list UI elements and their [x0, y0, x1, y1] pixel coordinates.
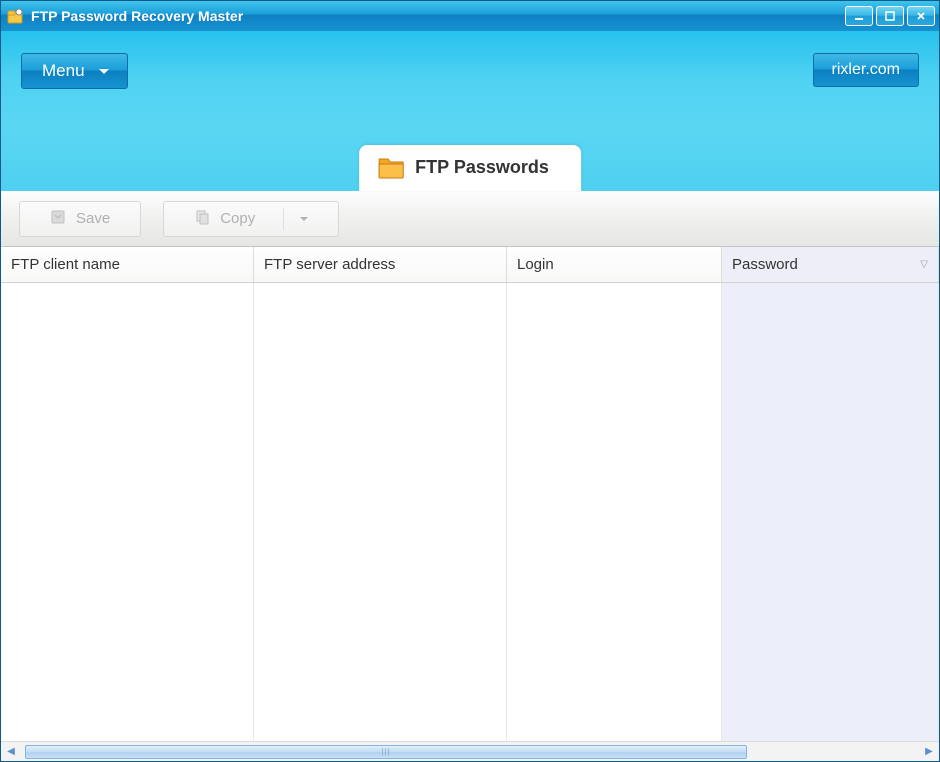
titlebar[interactable]: FTP Password Recovery Master	[1, 1, 939, 31]
copy-button[interactable]: Copy	[163, 201, 339, 237]
maximize-button[interactable]	[876, 6, 904, 26]
content-area: FTP client name FTP server address Login…	[1, 247, 939, 761]
copy-label: Copy	[220, 210, 255, 227]
save-label: Save	[76, 210, 110, 227]
horizontal-scrollbar[interactable]: ◀ ||| ▶	[1, 741, 939, 761]
table-column	[722, 283, 939, 741]
save-button[interactable]: Save	[19, 201, 141, 237]
table-body	[1, 283, 939, 741]
chevron-down-icon	[99, 69, 109, 74]
table-column	[254, 283, 507, 741]
tab-ftp-passwords[interactable]: FTP Passwords	[359, 145, 581, 191]
save-icon	[50, 209, 66, 229]
scroll-left-button[interactable]: ◀	[1, 743, 21, 761]
table-header: FTP client name FTP server address Login…	[1, 247, 939, 283]
separator	[283, 208, 284, 230]
tab-label: FTP Passwords	[415, 157, 549, 178]
app-icon	[5, 6, 25, 26]
scroll-thumb[interactable]: |||	[25, 745, 747, 759]
grip-icon: |||	[381, 747, 390, 756]
scroll-track[interactable]: |||	[23, 744, 917, 760]
header-area: Menu rixler.com FTP Passwords	[1, 31, 939, 191]
menu-label: Menu	[42, 61, 85, 81]
column-header-client[interactable]: FTP client name	[1, 247, 254, 282]
website-link-label: rixler.com	[832, 61, 900, 78]
app-window: FTP Password Recovery Master Menu rixler…	[0, 0, 940, 762]
table-column	[1, 283, 254, 741]
window-controls	[845, 6, 935, 26]
copy-icon	[194, 209, 210, 229]
sort-descending-icon: ▽	[920, 259, 928, 270]
column-header-login[interactable]: Login	[507, 247, 722, 282]
menu-button[interactable]: Menu	[21, 53, 128, 89]
toolbar: Save Copy	[1, 191, 939, 247]
scroll-right-button[interactable]: ▶	[919, 743, 939, 761]
close-button[interactable]	[907, 6, 935, 26]
folder-icon	[377, 155, 405, 179]
window-title: FTP Password Recovery Master	[31, 8, 845, 24]
chevron-down-icon	[300, 217, 308, 221]
column-header-server[interactable]: FTP server address	[254, 247, 507, 282]
table-column	[507, 283, 722, 741]
column-header-password[interactable]: Password ▽	[722, 247, 939, 282]
minimize-button[interactable]	[845, 6, 873, 26]
website-link[interactable]: rixler.com	[813, 53, 919, 87]
